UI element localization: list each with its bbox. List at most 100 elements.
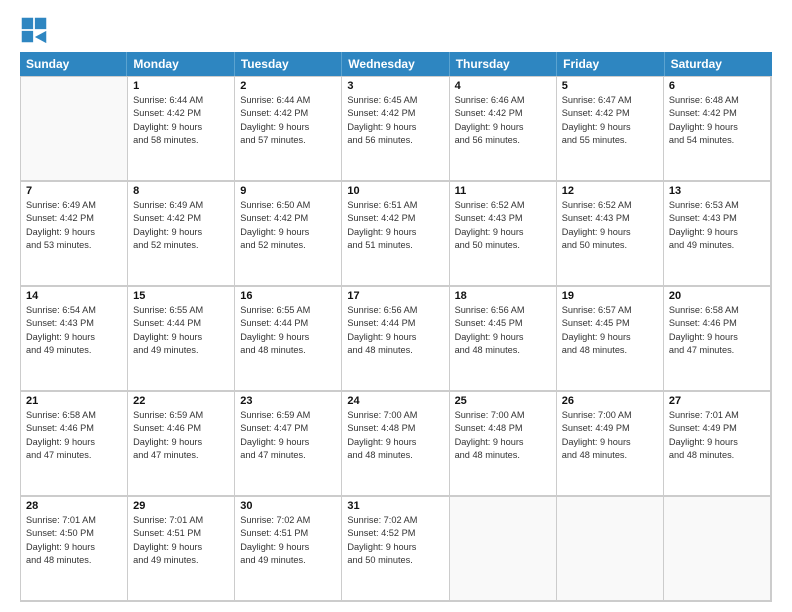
cell-info-line: Sunset: 4:42 PM [26, 212, 122, 225]
calendar-cell: 18Sunrise: 6:56 AMSunset: 4:45 PMDayligh… [450, 286, 557, 390]
day-number: 28 [26, 500, 122, 512]
cell-info-line: Sunset: 4:47 PM [240, 422, 336, 435]
cell-info-line: Sunrise: 6:55 AM [240, 304, 336, 317]
calendar: SundayMondayTuesdayWednesdayThursdayFrid… [20, 52, 772, 602]
cell-info-line: Sunset: 4:51 PM [133, 527, 229, 540]
day-number: 19 [562, 290, 658, 302]
cell-info-line: and 53 minutes. [26, 239, 122, 252]
cell-info-line: Daylight: 9 hours [133, 436, 229, 449]
calendar-cell [21, 76, 128, 180]
day-number: 5 [562, 80, 658, 92]
day-number: 25 [455, 395, 551, 407]
cell-info-line: Sunset: 4:42 PM [669, 107, 765, 120]
cell-info-line: Sunset: 4:42 PM [240, 107, 336, 120]
cell-info-line: Sunset: 4:45 PM [562, 317, 658, 330]
cell-info-line: Sunrise: 6:46 AM [455, 94, 551, 107]
day-number: 23 [240, 395, 336, 407]
cell-info-line: Daylight: 9 hours [669, 121, 765, 134]
logo [20, 16, 52, 44]
day-number: 21 [26, 395, 122, 407]
cell-info-line: Daylight: 9 hours [240, 331, 336, 344]
cell-info-line: Daylight: 9 hours [26, 541, 122, 554]
cell-info-line: Daylight: 9 hours [240, 541, 336, 554]
day-number: 31 [347, 500, 443, 512]
cell-info-line: Sunrise: 6:49 AM [26, 199, 122, 212]
cell-info-line: Daylight: 9 hours [240, 121, 336, 134]
cell-info-line: and 48 minutes. [455, 344, 551, 357]
calendar-cell: 29Sunrise: 7:01 AMSunset: 4:51 PMDayligh… [128, 496, 235, 600]
day-number: 6 [669, 80, 765, 92]
calendar-cell: 19Sunrise: 6:57 AMSunset: 4:45 PMDayligh… [557, 286, 664, 390]
day-number: 24 [347, 395, 443, 407]
cell-info-line: Sunrise: 6:53 AM [669, 199, 765, 212]
calendar-row: 7Sunrise: 6:49 AMSunset: 4:42 PMDaylight… [21, 181, 771, 286]
cell-info-line: Daylight: 9 hours [347, 121, 443, 134]
cell-info-line: Sunset: 4:42 PM [133, 107, 229, 120]
cell-info-line: Sunset: 4:50 PM [26, 527, 122, 540]
calendar-cell: 14Sunrise: 6:54 AMSunset: 4:43 PMDayligh… [21, 286, 128, 390]
cell-info-line: and 47 minutes. [669, 344, 765, 357]
cell-info-line: Sunrise: 7:01 AM [133, 514, 229, 527]
header [20, 16, 772, 44]
cell-info-line: Sunset: 4:43 PM [455, 212, 551, 225]
cell-info-line: Daylight: 9 hours [26, 436, 122, 449]
calendar-cell: 12Sunrise: 6:52 AMSunset: 4:43 PMDayligh… [557, 181, 664, 285]
cell-info-line: and 56 minutes. [455, 134, 551, 147]
cell-info-line: and 49 minutes. [26, 344, 122, 357]
cell-info-line: and 49 minutes. [669, 239, 765, 252]
cell-info-line: Daylight: 9 hours [240, 436, 336, 449]
cell-info-line: Sunrise: 6:59 AM [240, 409, 336, 422]
cell-info-line: Sunset: 4:51 PM [240, 527, 336, 540]
day-number: 2 [240, 80, 336, 92]
day-number: 26 [562, 395, 658, 407]
cell-info-line: Sunrise: 6:45 AM [347, 94, 443, 107]
cell-info-line: Sunset: 4:44 PM [240, 317, 336, 330]
cell-info-line: and 48 minutes. [347, 344, 443, 357]
cell-info-line: Sunrise: 6:56 AM [455, 304, 551, 317]
cell-info-line: and 50 minutes. [562, 239, 658, 252]
cell-info-line: Sunset: 4:42 PM [455, 107, 551, 120]
calendar-cell: 25Sunrise: 7:00 AMSunset: 4:48 PMDayligh… [450, 391, 557, 495]
cell-info-line: Sunrise: 6:47 AM [562, 94, 658, 107]
calendar-cell: 24Sunrise: 7:00 AMSunset: 4:48 PMDayligh… [342, 391, 449, 495]
cell-info-line: Sunrise: 6:56 AM [347, 304, 443, 317]
cell-info-line: and 47 minutes. [26, 449, 122, 462]
day-number: 17 [347, 290, 443, 302]
calendar-row: 14Sunrise: 6:54 AMSunset: 4:43 PMDayligh… [21, 286, 771, 391]
cell-info-line: Sunrise: 6:55 AM [133, 304, 229, 317]
cell-info-line: Sunrise: 6:58 AM [669, 304, 765, 317]
cell-info-line: Daylight: 9 hours [133, 121, 229, 134]
cell-info-line: Daylight: 9 hours [26, 331, 122, 344]
calendar-cell: 22Sunrise: 6:59 AMSunset: 4:46 PMDayligh… [128, 391, 235, 495]
calendar-header: SundayMondayTuesdayWednesdayThursdayFrid… [20, 52, 772, 76]
cell-info-line: and 54 minutes. [669, 134, 765, 147]
cell-info-line: Daylight: 9 hours [347, 331, 443, 344]
cell-info-line: and 48 minutes. [562, 344, 658, 357]
day-number: 27 [669, 395, 765, 407]
cell-info-line: Sunrise: 7:01 AM [669, 409, 765, 422]
weekday-header: Tuesday [235, 52, 342, 76]
calendar-cell: 26Sunrise: 7:00 AMSunset: 4:49 PMDayligh… [557, 391, 664, 495]
cell-info-line: Sunrise: 6:52 AM [562, 199, 658, 212]
calendar-cell: 28Sunrise: 7:01 AMSunset: 4:50 PMDayligh… [21, 496, 128, 600]
cell-info-line: and 48 minutes. [26, 554, 122, 567]
cell-info-line: Daylight: 9 hours [133, 541, 229, 554]
day-number: 8 [133, 185, 229, 197]
calendar-cell: 15Sunrise: 6:55 AMSunset: 4:44 PMDayligh… [128, 286, 235, 390]
cell-info-line: Daylight: 9 hours [26, 226, 122, 239]
cell-info-line: and 47 minutes. [240, 449, 336, 462]
cell-info-line: and 58 minutes. [133, 134, 229, 147]
cell-info-line: and 48 minutes. [455, 449, 551, 462]
cell-info-line: Sunrise: 7:02 AM [240, 514, 336, 527]
cell-info-line: and 57 minutes. [240, 134, 336, 147]
calendar-cell: 13Sunrise: 6:53 AMSunset: 4:43 PMDayligh… [664, 181, 771, 285]
cell-info-line: Sunset: 4:42 PM [347, 212, 443, 225]
calendar-cell: 27Sunrise: 7:01 AMSunset: 4:49 PMDayligh… [664, 391, 771, 495]
calendar-row: 21Sunrise: 6:58 AMSunset: 4:46 PMDayligh… [21, 391, 771, 496]
cell-info-line: Daylight: 9 hours [455, 331, 551, 344]
cell-info-line: Sunrise: 7:00 AM [455, 409, 551, 422]
cell-info-line: Sunset: 4:44 PM [133, 317, 229, 330]
cell-info-line: Daylight: 9 hours [347, 226, 443, 239]
calendar-cell: 31Sunrise: 7:02 AMSunset: 4:52 PMDayligh… [342, 496, 449, 600]
cell-info-line: Sunset: 4:42 PM [133, 212, 229, 225]
